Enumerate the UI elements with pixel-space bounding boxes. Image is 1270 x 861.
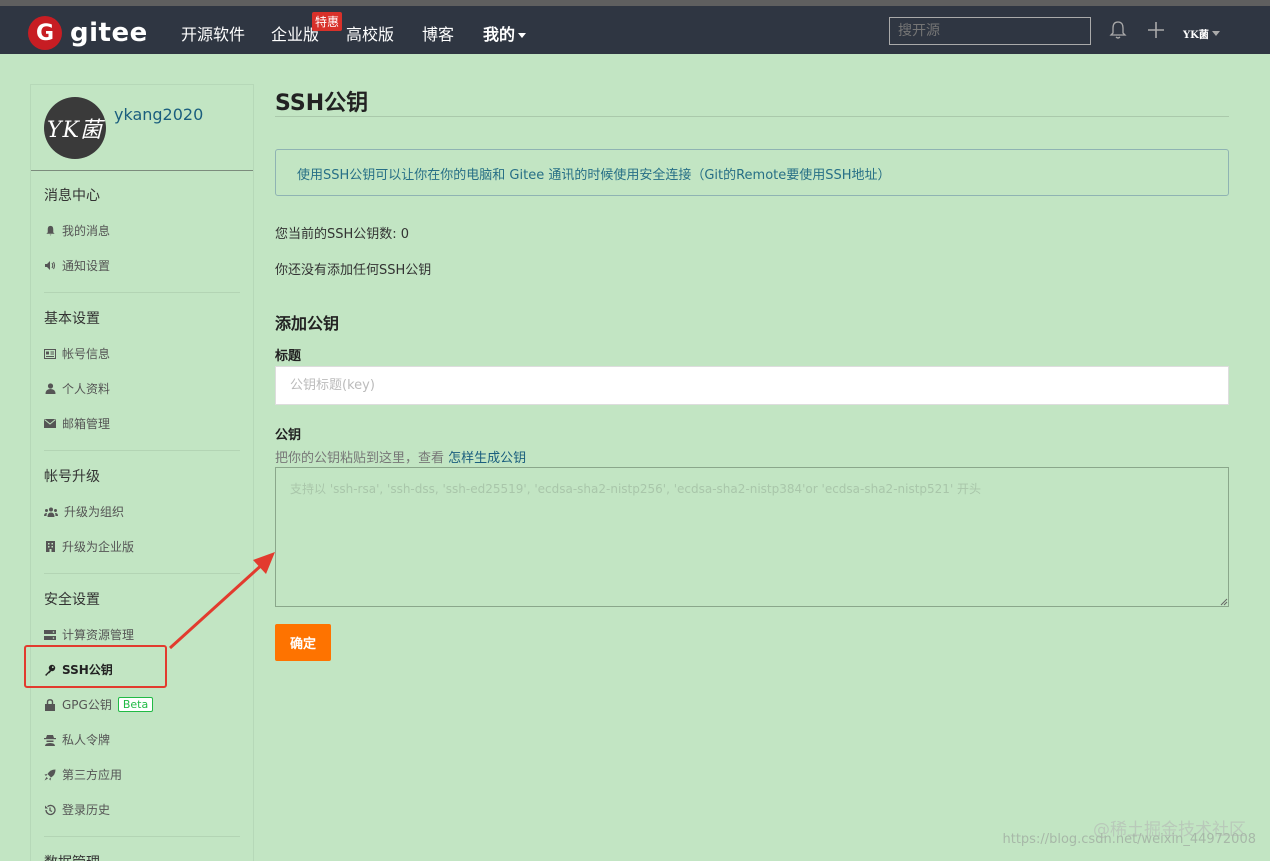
user-icon xyxy=(44,383,56,395)
nav-open-source[interactable]: 开源软件 xyxy=(181,21,245,45)
building-icon xyxy=(44,541,56,553)
sidebar-item-third-party-apps[interactable]: 第三方应用 xyxy=(44,766,122,783)
sidebar-divider xyxy=(44,292,240,293)
sidebar-item-label: 私人令牌 xyxy=(62,733,111,747)
page-title: SSH公钥 xyxy=(275,91,369,116)
top-navbar: G gitee 开源软件 企业版 特惠 高校版 博客 我的 YK菌 xyxy=(0,0,1270,54)
sidebar-item-compute-resources[interactable]: 计算资源管理 xyxy=(44,626,134,643)
sidebar-item-label: 第三方应用 xyxy=(62,768,123,782)
sidebar-item-label: 升级为组织 xyxy=(64,505,125,519)
bell-icon[interactable] xyxy=(1109,20,1127,40)
sidebar-divider xyxy=(44,450,240,451)
section-title-security: 安全设置 xyxy=(44,592,100,608)
bell-icon xyxy=(44,225,56,237)
users-icon xyxy=(44,506,58,518)
section-title-messages: 消息中心 xyxy=(44,188,100,204)
gitee-logo[interactable]: G gitee xyxy=(28,16,148,50)
nav-blog[interactable]: 博客 xyxy=(422,21,454,45)
ssh-key-count: 您当前的SSH公钥数: 0 xyxy=(275,227,410,242)
info-message: 使用SSH公钥可以让你在你的电脑和 Gitee 通讯的时候使用安全连接（Git的… xyxy=(275,149,1229,196)
sidebar-item-label: 邮箱管理 xyxy=(62,417,111,431)
nav-mine-label: 我的 xyxy=(483,25,516,44)
section-title-data: 数据管理 xyxy=(44,852,100,861)
chevron-down-icon[interactable] xyxy=(1212,31,1220,36)
sidebar-item-label: 我的消息 xyxy=(62,224,111,238)
search-input[interactable] xyxy=(889,17,1091,45)
ssh-highlight-box xyxy=(24,645,167,688)
speaker-icon xyxy=(44,260,56,272)
key-hint: 把你的公钥粘贴到这里，查看 怎样生成公钥 xyxy=(275,447,526,466)
envelope-icon xyxy=(44,418,56,430)
sidebar-item-private-tokens[interactable]: 私人令牌 xyxy=(44,731,110,748)
beta-badge: Beta xyxy=(117,697,154,712)
chevron-down-icon xyxy=(518,33,527,38)
nav-mine[interactable]: 我的 xyxy=(483,21,527,45)
history-icon xyxy=(44,804,56,816)
sidebar-item-email[interactable]: 邮箱管理 xyxy=(44,415,110,432)
sidebar-item-notification-settings[interactable]: 通知设置 xyxy=(44,257,110,274)
sidebar-item-account-info[interactable]: 帐号信息 xyxy=(44,345,110,362)
profile-card: YK菌 ykang2020 xyxy=(31,85,253,171)
title-divider xyxy=(275,116,1229,117)
nav-education[interactable]: 高校版 xyxy=(346,21,394,45)
title-field-label: 标题 xyxy=(275,349,302,364)
sidebar-item-label: 帐号信息 xyxy=(62,347,111,361)
sidebar-item-login-history[interactable]: 登录历史 xyxy=(44,801,110,818)
sidebar-item-gpg-keys[interactable]: GPG公钥 Beta xyxy=(44,696,154,713)
key-field-label: 公钥 xyxy=(275,428,302,443)
sidebar-item-profile[interactable]: 个人资料 xyxy=(44,380,110,397)
key-hint-text: 把你的公钥粘贴到这里，查看 xyxy=(275,451,449,466)
id-card-icon xyxy=(44,348,56,360)
username-link[interactable]: ykang2020 xyxy=(114,105,203,124)
annotation-arrow-icon xyxy=(168,552,275,650)
gitee-logo-icon: G xyxy=(28,16,62,50)
resize-handle-icon[interactable] xyxy=(1218,596,1228,606)
key-title-input[interactable] xyxy=(275,366,1229,405)
section-title-upgrade: 帐号升级 xyxy=(44,469,100,485)
lock-icon xyxy=(44,698,56,711)
sidebar-item-label: 个人资料 xyxy=(62,382,111,396)
sidebar-item-label: GPG公钥 xyxy=(62,698,112,712)
submit-button[interactable]: 确定 xyxy=(275,624,331,661)
section-title-basic: 基本设置 xyxy=(44,311,100,327)
plus-icon[interactable] xyxy=(1146,20,1166,40)
settings-sidebar: YK菌 ykang2020 消息中心 我的消息 通知设置 基本设置 帐号信息 个… xyxy=(30,84,254,861)
sidebar-item-label: 登录历史 xyxy=(62,803,111,817)
empty-state-text: 你还没有添加任何SSH公钥 xyxy=(275,263,432,278)
sidebar-item-label: 升级为企业版 xyxy=(62,540,135,554)
rocket-icon xyxy=(44,769,56,781)
user-avatar-small[interactable]: YK菌 xyxy=(1183,26,1209,41)
watermark-csdn: https://blog.csdn.net/weixin_44972008 xyxy=(1002,832,1256,847)
add-key-heading: 添加公钥 xyxy=(275,314,340,333)
avatar[interactable]: YK菌 xyxy=(44,97,106,159)
sidebar-item-upgrade-enterprise[interactable]: 升级为企业版 xyxy=(44,538,134,555)
enterprise-promo-badge: 特惠 xyxy=(312,12,343,31)
sidebar-item-upgrade-org[interactable]: 升级为组织 xyxy=(44,503,124,520)
sidebar-item-my-messages[interactable]: 我的消息 xyxy=(44,222,110,239)
public-key-textarea[interactable] xyxy=(275,467,1229,607)
sidebar-item-label: 通知设置 xyxy=(62,259,111,273)
how-to-generate-link[interactable]: 怎样生成公钥 xyxy=(448,451,526,466)
server-icon xyxy=(44,629,56,641)
gitee-logo-text: gitee xyxy=(70,18,148,48)
sidebar-divider xyxy=(44,836,240,837)
spy-icon xyxy=(44,734,56,746)
sidebar-item-label: 计算资源管理 xyxy=(62,628,135,642)
